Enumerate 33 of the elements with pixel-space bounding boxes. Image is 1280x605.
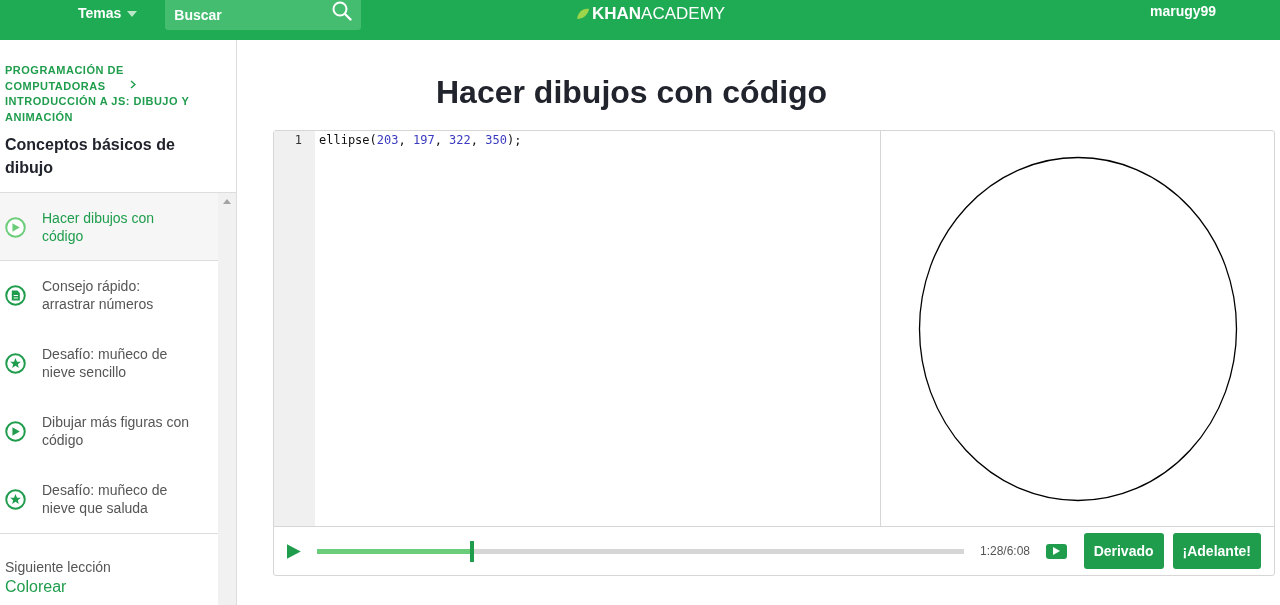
code-line: ellipse(203, 197, 322, 350); — [319, 132, 523, 149]
caret-icon — [127, 10, 138, 17]
logo[interactable]: KHANACADEMY — [576, 1, 726, 27]
video-icon — [5, 421, 26, 442]
progress-handle[interactable] — [470, 540, 475, 562]
play-icon[interactable] — [287, 543, 301, 559]
lesson-title: Conceptos básicos de dibujo — [5, 135, 176, 178]
video-button[interactable] — [1046, 543, 1067, 559]
next-lesson-link[interactable]: Colorear — [5, 578, 213, 596]
breadcrumb-link[interactable]: INTRODUCCIÓN A JS: DIBUJO Y ANIMACIÓN — [5, 94, 210, 125]
topics-menu[interactable]: Temas — [78, 3, 138, 24]
scrollbar[interactable] — [218, 193, 236, 605]
lesson-item[interactable]: Hacer dibujos con código — [0, 193, 218, 261]
article-icon — [5, 285, 26, 306]
search-field[interactable]: Buscar — [165, 0, 362, 30]
video-icon — [5, 217, 26, 238]
leaf-icon — [576, 7, 590, 20]
breadcrumb-link[interactable]: PROGRAMACIÓN DE COMPUTADORAS — [5, 63, 130, 94]
chevron-right-icon — [130, 79, 136, 89]
challenge-icon — [5, 353, 26, 374]
line-number: 1 — [293, 132, 303, 149]
action-button[interactable]: Derivado — [1083, 533, 1164, 569]
username[interactable]: marugy99 — [1150, 1, 1217, 22]
page-title: Hacer dibujos con código — [436, 73, 829, 112]
next-lesson-caption: Siguiente lección — [5, 559, 112, 576]
time-display: 1:28/6:08 — [980, 543, 1031, 560]
code-editor[interactable]: 1 ellipse(203, 197, 322, 350); — [274, 131, 881, 526]
challenge-icon — [5, 489, 26, 510]
progress-track[interactable] — [316, 540, 964, 562]
search-icon[interactable] — [332, 1, 353, 21]
action-button[interactable]: ¡Adelante! — [1172, 533, 1261, 569]
scroll-up-icon[interactable] — [223, 199, 231, 204]
play-icon — [1052, 547, 1060, 555]
